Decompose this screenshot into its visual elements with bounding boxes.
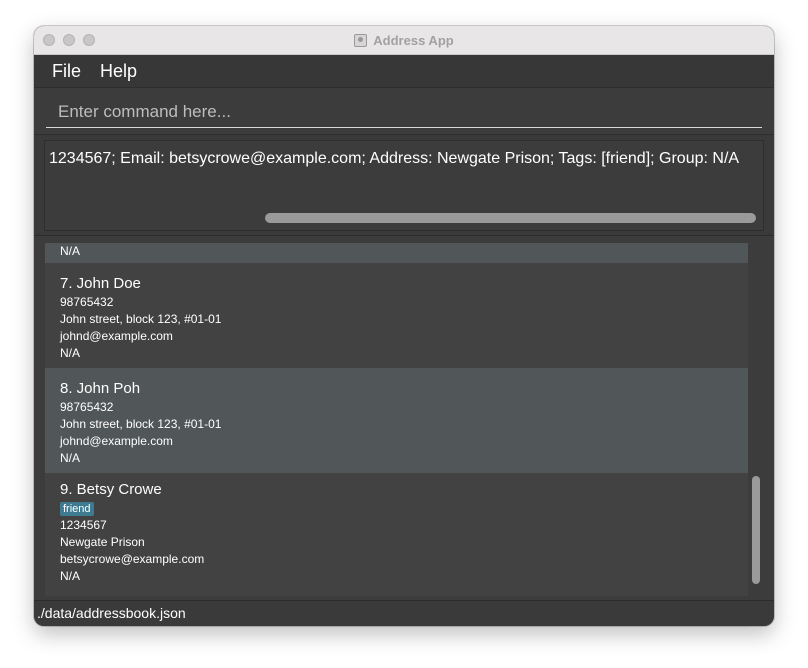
person-tags: friend (60, 500, 748, 517)
person-card-partial[interactable]: N/A (45, 243, 748, 263)
person-phone: 98765432 (60, 295, 114, 309)
person-phone: 98765432 (60, 400, 114, 414)
status-bar: ./data/addressbook.json (34, 600, 774, 626)
person-list[interactable]: N/A 7. John Doe 98765432 John street, bl… (45, 243, 748, 596)
person-email: johnd@example.com (60, 329, 173, 343)
list-vertical-scrollbar[interactable] (752, 476, 760, 584)
result-display[interactable]: 1234567; Email: betsycrowe@example.com; … (44, 140, 764, 231)
menu-file[interactable]: File (52, 61, 81, 82)
person-email: johnd@example.com (60, 434, 173, 448)
app-icon (354, 33, 368, 47)
person-list-panel: N/A 7. John Doe 98765432 John street, bl… (34, 236, 774, 600)
result-display-area: 1234567; Email: betsycrowe@example.com; … (34, 135, 774, 236)
title-bar: Address App (34, 26, 774, 55)
result-text: 1234567; Email: betsycrowe@example.com; … (49, 150, 740, 167)
window-title-wrap: Address App (34, 26, 774, 54)
tag-badge: friend (60, 502, 94, 516)
menu-help[interactable]: Help (100, 61, 137, 82)
person-address: John street, block 123, #01-01 (60, 417, 222, 431)
person-group: N/A (60, 569, 81, 583)
person-name: 9. Betsy Crowe (60, 481, 162, 498)
person-name: 7. John Doe (60, 275, 141, 292)
person-card-9[interactable]: 9. Betsy Crowe friend 1234567 Newgate Pr… (45, 473, 748, 596)
person-name: 8. John Poh (60, 380, 141, 397)
person-address: Newgate Prison (60, 535, 145, 549)
person-card-7[interactable]: 7. John Doe 98765432 John street, block … (45, 263, 748, 368)
person-group: N/A (60, 244, 81, 258)
command-box (34, 88, 774, 135)
person-group: N/A (60, 451, 81, 465)
person-group: N/A (60, 346, 81, 360)
person-email: betsycrowe@example.com (60, 552, 205, 566)
app-window: Address App File Help 1234567; Email: be… (34, 26, 774, 626)
window-title: Address App (373, 32, 454, 48)
person-phone: 1234567 (60, 518, 107, 532)
menu-bar: File Help (34, 55, 774, 88)
result-horizontal-scrollbar[interactable] (265, 213, 756, 223)
command-input[interactable] (46, 96, 762, 128)
person-card-8[interactable]: 8. John Poh 98765432 John street, block … (45, 368, 748, 473)
person-address: John street, block 123, #01-01 (60, 312, 222, 326)
save-location: ./data/addressbook.json (37, 605, 186, 621)
